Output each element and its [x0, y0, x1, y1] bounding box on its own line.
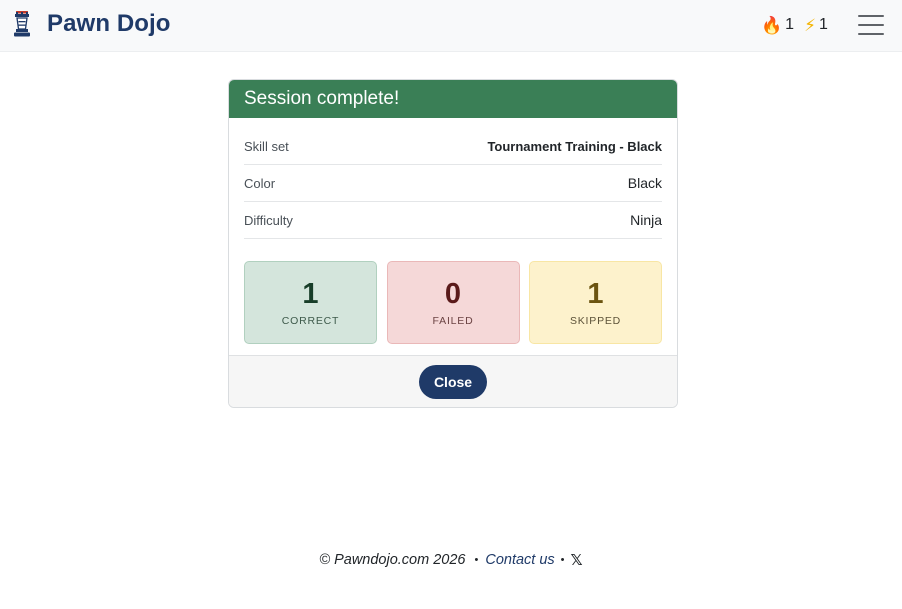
- lightning-icon: ⚡: [804, 15, 817, 35]
- color-value: Black: [627, 175, 662, 191]
- footer-separator: •: [560, 554, 565, 566]
- streak-value: 1: [785, 16, 795, 33]
- streak-counter: 🔥 1: [761, 16, 794, 34]
- copyright-text: © Pawndojo.com 2026: [319, 552, 466, 568]
- skill-set-row: Skill set Tournament Training - Black: [244, 128, 662, 165]
- results-tiles: 1 CORRECT 0 FAILED 1 SKIPPED: [244, 261, 662, 344]
- session-summary-card: Session complete! Skill set Tournament T…: [228, 79, 678, 408]
- energy-value: 1: [819, 16, 828, 33]
- color-row: Color Black: [244, 165, 662, 202]
- difficulty-label: Difficulty: [244, 212, 293, 228]
- difficulty-value: Ninja: [630, 212, 662, 228]
- correct-label: CORRECT: [281, 315, 340, 327]
- skipped-label: SKIPPED: [569, 315, 622, 327]
- fire-icon: 🔥: [761, 15, 783, 35]
- correct-tile: 1 CORRECT: [244, 261, 377, 344]
- color-label: Color: [244, 175, 276, 191]
- correct-count: 1: [302, 278, 319, 310]
- user-stats: 🔥 1 ⚡ 1: [761, 14, 828, 36]
- difficulty-row: Difficulty Ninja: [244, 202, 662, 239]
- navbar: Pawn Dojo 🔥 1 ⚡ 1: [0, 0, 902, 52]
- close-button[interactable]: Close: [418, 364, 488, 399]
- skipped-tile: 1 SKIPPED: [529, 261, 662, 344]
- footer-separator: •: [474, 554, 479, 566]
- brand-link[interactable]: Pawn Dojo: [12, 10, 171, 38]
- chess-rook-icon: [12, 10, 32, 38]
- card-body: Skill set Tournament Training - Black Co…: [229, 118, 677, 344]
- skill-set-value: Tournament Training - Black: [487, 138, 662, 154]
- card-footer: Close: [229, 355, 677, 407]
- failed-tile: 0 FAILED: [386, 261, 520, 344]
- energy-counter: ⚡ 1: [804, 16, 828, 34]
- x-logo-icon[interactable]: 𝕏: [571, 551, 583, 569]
- failed-count: 0: [444, 278, 462, 310]
- contact-link[interactable]: Contact us: [485, 552, 554, 568]
- brand-name: Pawn Dojo: [47, 10, 171, 37]
- card-title: Session complete!: [229, 80, 677, 118]
- skipped-count: 1: [587, 278, 604, 310]
- failed-label: FAILED: [432, 315, 474, 327]
- page-footer: © Pawndojo.com 2026 • Contact us • 𝕏: [0, 549, 902, 571]
- skill-set-label: Skill set: [244, 138, 289, 154]
- hamburger-menu-icon[interactable]: [858, 14, 884, 36]
